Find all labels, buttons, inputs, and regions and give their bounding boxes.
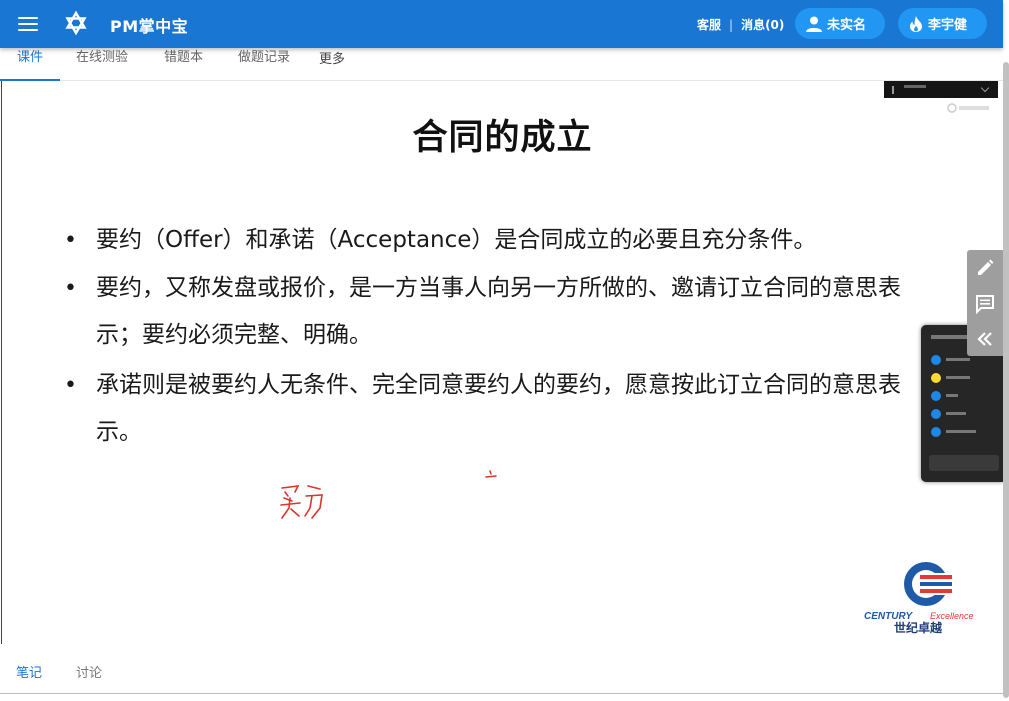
user-name: 李宇健 — [928, 18, 968, 33]
edit-note-button[interactable] — [967, 250, 1003, 285]
verification-button[interactable]: 未实名 — [795, 8, 885, 39]
bullet-item: 承诺则是被要约人无条件、完全同意要约人的要约，愿意按此订立合同的意思表示。 — [64, 362, 944, 456]
tab-label: 错题本 — [164, 50, 204, 65]
collapse-panel-button[interactable] — [967, 321, 1003, 356]
tab-courseware[interactable]: 课件 — [0, 48, 60, 81]
scrollbar-thumb[interactable] — [1003, 62, 1009, 698]
handwritten-annotation: 买方 — [280, 485, 323, 519]
menu-icon[interactable] — [16, 12, 40, 36]
comment-button[interactable] — [967, 286, 1003, 321]
tab-wrong-questions[interactable]: 错题本 — [164, 48, 203, 80]
watermark-logo — [947, 103, 989, 113]
chat-header — [931, 335, 971, 339]
live-status-text — [904, 85, 926, 88]
chevron-down-icon — [980, 83, 990, 93]
slide-bullets: 要约（Offer）和承诺（Acceptance）是合同成立的必要且充分条件。 要… — [64, 217, 944, 456]
course-tabs: 课件 在线测验 错题本 做题记录 更多 — [0, 48, 1003, 81]
chat-input — [929, 455, 999, 471]
chat-message — [931, 373, 991, 383]
tab-label: 做题记录 — [238, 50, 291, 65]
century-excellence-logo: CENTURY Excellence 世纪卓越 — [864, 562, 974, 634]
signal-icon — [892, 86, 902, 94]
comment-icon — [976, 294, 994, 314]
user-icon — [806, 16, 822, 32]
bullet-item: 要约，又称发盘或报价，是一方当事人向另一方所做的、邀请订立合同的意思表示；要约必… — [64, 265, 944, 359]
chat-message — [931, 409, 991, 419]
slide-title: 合同的成立 — [412, 118, 593, 158]
side-toolbar — [967, 250, 1003, 356]
header-links: 客服 | 消息(0) — [697, 16, 784, 33]
header-separator: | — [729, 17, 734, 32]
pen-mark — [485, 470, 497, 478]
svg-text:世纪卓越: 世纪卓越 — [894, 620, 943, 634]
tab-online-quiz[interactable]: 在线测验 — [76, 48, 128, 80]
messages-link[interactable]: 消息(0) — [741, 16, 784, 33]
double-chevron-left-icon — [977, 331, 992, 346]
chat-message — [931, 391, 991, 401]
flame-icon — [910, 15, 922, 32]
tab-label: 课件 — [16, 50, 43, 65]
live-stream-bar — [884, 81, 998, 98]
svg-text:Excellence: Excellence — [930, 611, 974, 621]
app-title: PM掌中宝 — [110, 17, 189, 36]
star-of-david-icon — [65, 10, 87, 36]
tab-discussion[interactable]: 讨论 — [76, 662, 102, 681]
tab-more[interactable]: 更多 — [319, 50, 345, 82]
verification-label: 未实名 — [827, 18, 867, 33]
chat-message — [931, 355, 991, 365]
bullet-item: 要约（Offer）和承诺（Acceptance）是合同成立的必要且充分条件。 — [64, 217, 944, 264]
app-bar: PM掌中宝 客服 | 消息(0) 未实名 李宇健 — [0, 0, 1003, 48]
chat-message — [931, 427, 991, 437]
tab-label: 在线测验 — [76, 50, 129, 65]
customer-service-link[interactable]: 客服 — [697, 16, 721, 33]
pencil-icon — [978, 259, 994, 275]
tab-practice-records[interactable]: 做题记录 — [238, 48, 290, 80]
tab-label: 更多 — [319, 52, 346, 67]
bottom-tabs: 笔记 讨论 — [0, 644, 1003, 694]
courseware-slide: 合同的成立 要约（Offer）和承诺（Acceptance）是合同成立的必要且充… — [1, 81, 1003, 644]
user-profile-button[interactable]: 李宇健 — [898, 8, 987, 39]
tab-notes[interactable]: 笔记 — [16, 662, 42, 681]
